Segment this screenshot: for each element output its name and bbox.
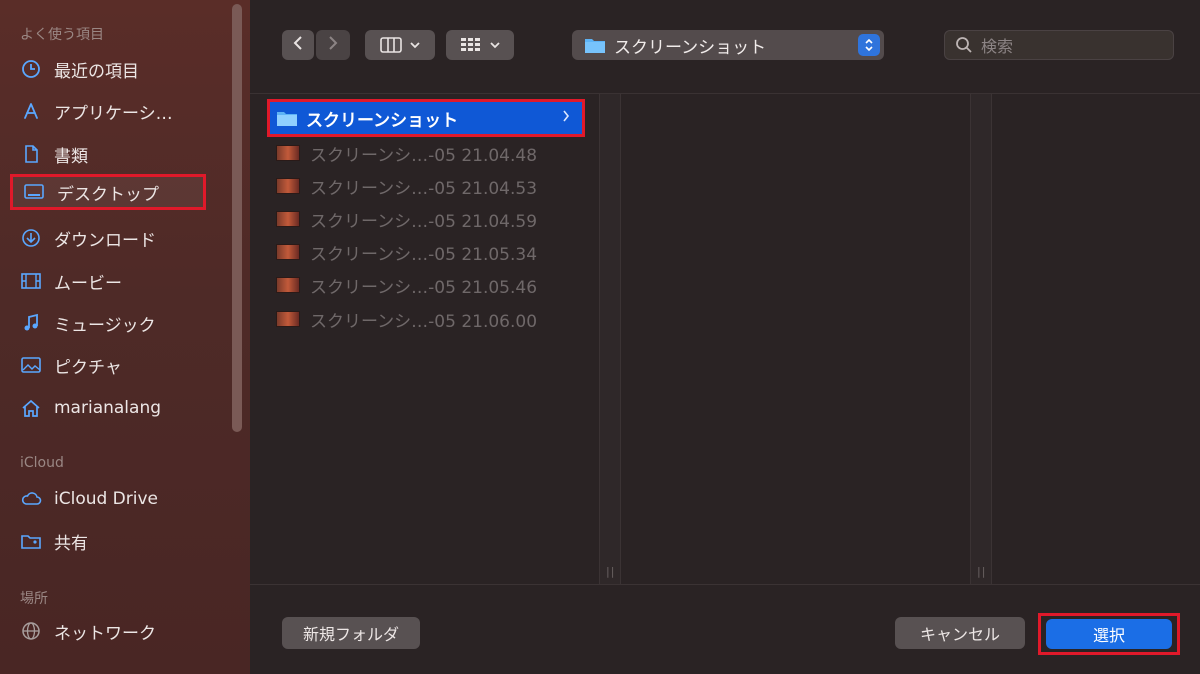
- file-row[interactable]: スクリーンシ…-05 21.05.46: [276, 270, 586, 300]
- sidebar-item-recents[interactable]: 最近の項目: [20, 54, 220, 84]
- apps-icon: [20, 100, 42, 122]
- desktop-icon: [23, 181, 45, 203]
- toolbar: スクリーンショット 検索: [250, 0, 1200, 94]
- shared-folder-icon: [20, 530, 42, 552]
- globe-icon: [20, 620, 42, 642]
- folder-row-selected[interactable]: スクリーンショット: [267, 99, 585, 137]
- cloud-icon: [20, 488, 42, 510]
- image-thumbnail-icon: [276, 145, 300, 161]
- film-icon: [20, 270, 42, 292]
- image-thumbnail-icon: [276, 211, 300, 227]
- sidebar-item-label: iCloud Drive: [54, 489, 159, 509]
- document-icon: [20, 143, 42, 165]
- folder-icon: [276, 109, 298, 127]
- sidebar-item-pictures[interactable]: ピクチャ: [20, 350, 220, 380]
- chevron-left-icon: [292, 35, 304, 55]
- music-icon: [20, 312, 42, 334]
- sidebar-item-icloud-drive[interactable]: iCloud Drive: [20, 484, 220, 514]
- grip-icon: ||: [606, 565, 616, 578]
- sidebar-item-applications[interactable]: アプリケーシ…: [20, 96, 220, 126]
- group-options-button[interactable]: [446, 30, 514, 60]
- sidebar-item-documents[interactable]: 書類: [20, 139, 220, 169]
- back-button[interactable]: [282, 30, 314, 60]
- sidebar-item-label: 書類: [54, 146, 88, 167]
- file-row[interactable]: スクリーンシ…-05 21.05.34: [276, 237, 586, 267]
- updown-chevron-icon: [858, 34, 880, 56]
- picture-icon: [20, 354, 42, 376]
- file-name: スクリーンシ…-05 21.04.48: [310, 145, 538, 166]
- sidebar-item-desktop[interactable]: デスクトップ: [10, 174, 206, 210]
- file-row[interactable]: スクリーンシ…-05 21.04.59: [276, 204, 586, 234]
- column-resize-handle[interactable]: ||: [970, 94, 992, 584]
- sidebar-item-network[interactable]: ネットワーク: [20, 616, 220, 646]
- image-thumbnail-icon: [276, 178, 300, 194]
- file-name: スクリーンシ…-05 21.05.46: [310, 277, 538, 298]
- sidebar-item-label: ネットワーク: [54, 623, 156, 644]
- folder-icon: [584, 36, 606, 54]
- location-popup-label: スクリーンショット: [614, 37, 767, 58]
- home-icon: [20, 397, 42, 419]
- dialog-footer: 新規フォルダ キャンセル 選択: [250, 584, 1200, 674]
- chevron-down-icon: [410, 41, 420, 49]
- search-placeholder: 検索: [981, 37, 1014, 56]
- file-row[interactable]: スクリーンシ…-05 21.04.53: [276, 171, 586, 201]
- location-popup[interactable]: スクリーンショット: [572, 30, 884, 60]
- choose-button-highlight: 選択: [1038, 613, 1180, 655]
- image-thumbnail-icon: [276, 244, 300, 260]
- sidebar-item-label: ダウンロード: [54, 230, 156, 251]
- search-field[interactable]: 検索: [944, 30, 1174, 60]
- sidebar-item-movies[interactable]: ムービー: [20, 266, 220, 296]
- columns-view-icon: [380, 37, 402, 53]
- sidebar-item-label: ムービー: [54, 273, 122, 294]
- sidebar-item-label: marianalang: [54, 398, 162, 418]
- file-name: スクリーンシ…-05 21.06.00: [310, 311, 538, 332]
- choose-button[interactable]: 選択: [1046, 619, 1172, 649]
- file-row[interactable]: スクリーンシ…-05 21.04.48: [276, 138, 586, 168]
- column-browser: スクリーンショット スクリーンシ…-05 21.04.48 スクリーンシ…-05…: [250, 94, 1200, 584]
- sidebar-item-label: デスクトップ: [57, 184, 159, 205]
- search-icon: [955, 36, 973, 54]
- sidebar-scrollbar[interactable]: [232, 4, 242, 432]
- column-resize-handle[interactable]: ||: [599, 94, 621, 584]
- new-folder-button[interactable]: 新規フォルダ: [282, 617, 420, 649]
- chevron-right-icon: [327, 35, 339, 55]
- sidebar-item-label: アプリケーシ…: [54, 103, 173, 124]
- file-name: スクリーンシ…-05 21.04.53: [310, 178, 538, 199]
- sidebar: よく使う項目 最近の項目 アプリケーシ… 書類 デスクトップ ダウンロード ムー…: [0, 0, 251, 674]
- image-thumbnail-icon: [276, 277, 300, 293]
- icloud-section-title: iCloud: [20, 455, 64, 471]
- chevron-right-icon: [562, 110, 570, 126]
- file-row[interactable]: スクリーンシ…-05 21.06.00: [276, 304, 586, 334]
- sidebar-item-downloads[interactable]: ダウンロード: [20, 223, 220, 253]
- grid-icon: [460, 37, 482, 53]
- favorites-section-title: よく使う項目: [20, 27, 104, 43]
- download-icon: [20, 227, 42, 249]
- locations-section-title: 場所: [20, 591, 48, 607]
- forward-button[interactable]: [316, 30, 350, 60]
- file-name: スクリーンシ…-05 21.04.59: [310, 211, 538, 232]
- sidebar-item-label: ピクチャ: [54, 357, 122, 378]
- sidebar-item-home[interactable]: marianalang: [20, 393, 220, 423]
- folder-name: スクリーンショット: [306, 110, 459, 131]
- sidebar-item-label: 共有: [54, 533, 88, 554]
- sidebar-item-label: 最近の項目: [54, 61, 139, 82]
- sidebar-item-shared[interactable]: 共有: [20, 526, 220, 556]
- open-dialog-window: よく使う項目 最近の項目 アプリケーシ… 書類 デスクトップ ダウンロード ムー…: [0, 0, 1200, 674]
- file-name: スクリーンシ…-05 21.05.34: [310, 244, 538, 265]
- clock-icon: [20, 58, 42, 80]
- view-columns-button[interactable]: [365, 30, 435, 60]
- sidebar-item-label: ミュージック: [54, 315, 156, 336]
- chevron-down-icon: [490, 41, 500, 49]
- image-thumbnail-icon: [276, 311, 300, 327]
- sidebar-item-music[interactable]: ミュージック: [20, 308, 220, 338]
- cancel-button[interactable]: キャンセル: [895, 617, 1025, 649]
- grip-icon: ||: [977, 565, 987, 578]
